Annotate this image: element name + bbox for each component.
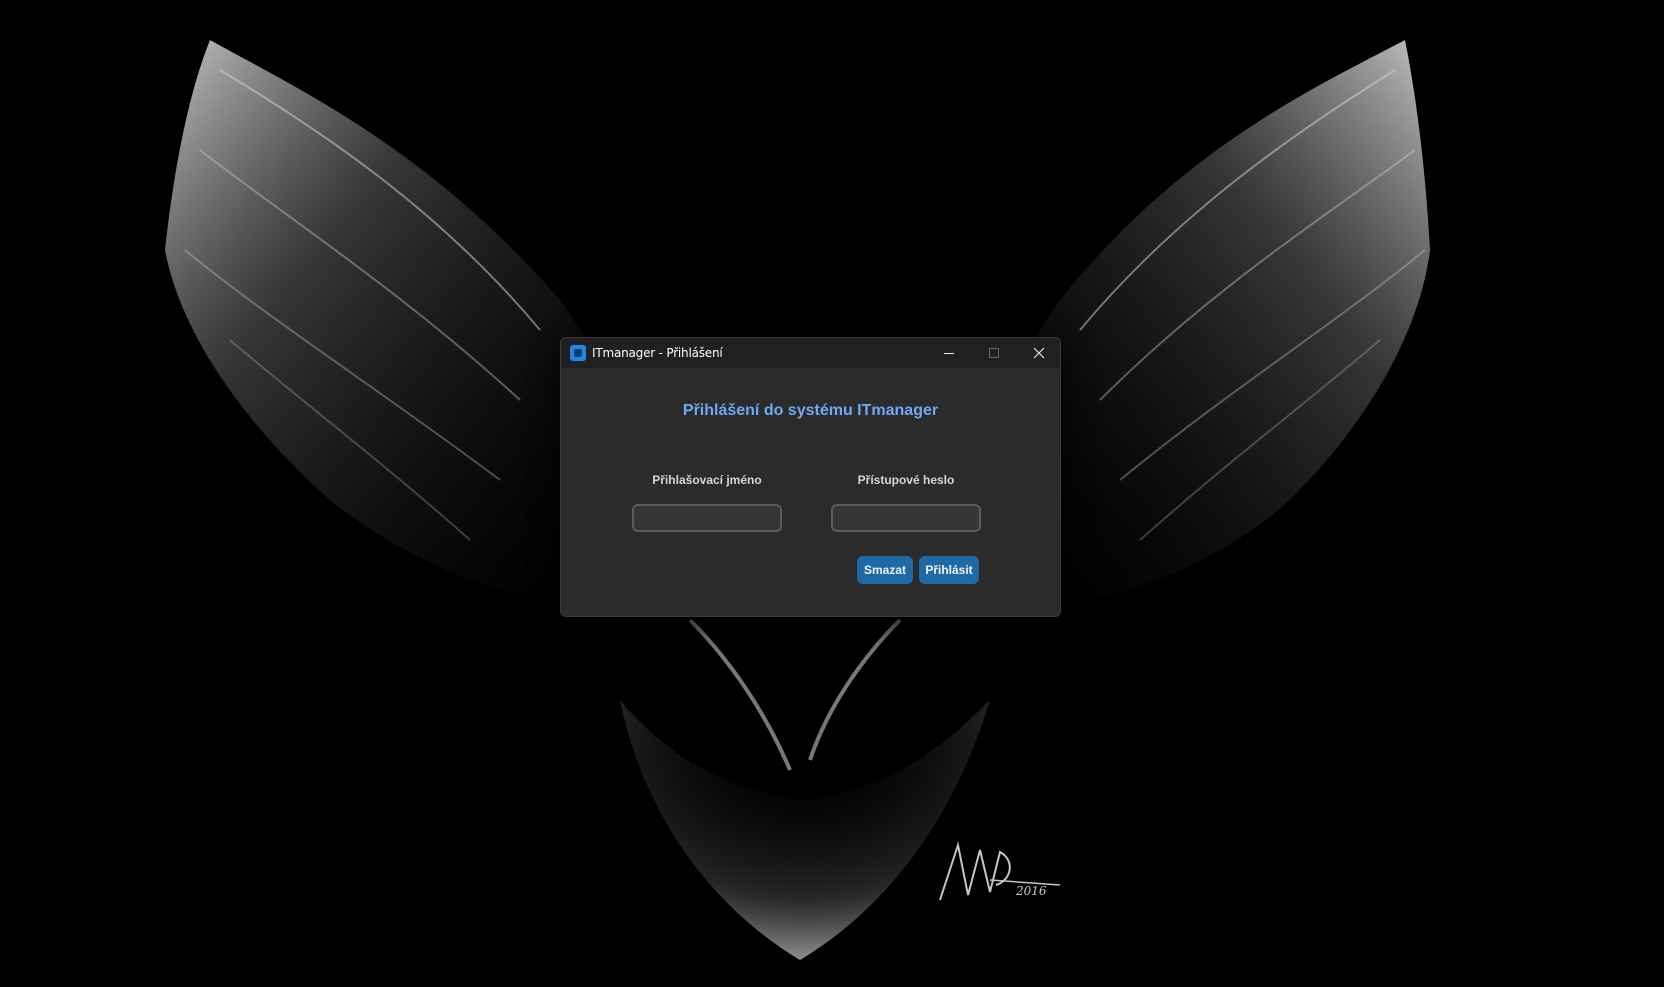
maximize-button[interactable] bbox=[971, 338, 1017, 368]
minimize-button[interactable] bbox=[926, 338, 972, 368]
app-icon bbox=[570, 345, 586, 361]
username-label: Přihlašovací jméno bbox=[652, 473, 762, 487]
clear-button[interactable]: Smazat bbox=[857, 556, 913, 584]
signature-year: 2016 bbox=[1015, 884, 1047, 898]
minimize-icon bbox=[944, 352, 954, 354]
title-bar[interactable]: ITmanager - Přihlášení bbox=[561, 338, 1060, 368]
password-input[interactable] bbox=[831, 504, 981, 532]
maximize-icon bbox=[989, 348, 999, 358]
window-title: ITmanager - Přihlášení bbox=[592, 346, 723, 360]
login-heading: Přihlášení do systému ITmanager bbox=[682, 402, 939, 419]
login-button[interactable]: Přihlásit bbox=[919, 556, 979, 584]
close-button[interactable] bbox=[1016, 338, 1060, 368]
password-label: Přístupové heslo bbox=[857, 473, 955, 487]
close-icon bbox=[1033, 347, 1045, 359]
username-input[interactable] bbox=[632, 504, 782, 532]
login-window: ITmanager - Přihlášení Přihlášení do sys… bbox=[560, 337, 1061, 617]
